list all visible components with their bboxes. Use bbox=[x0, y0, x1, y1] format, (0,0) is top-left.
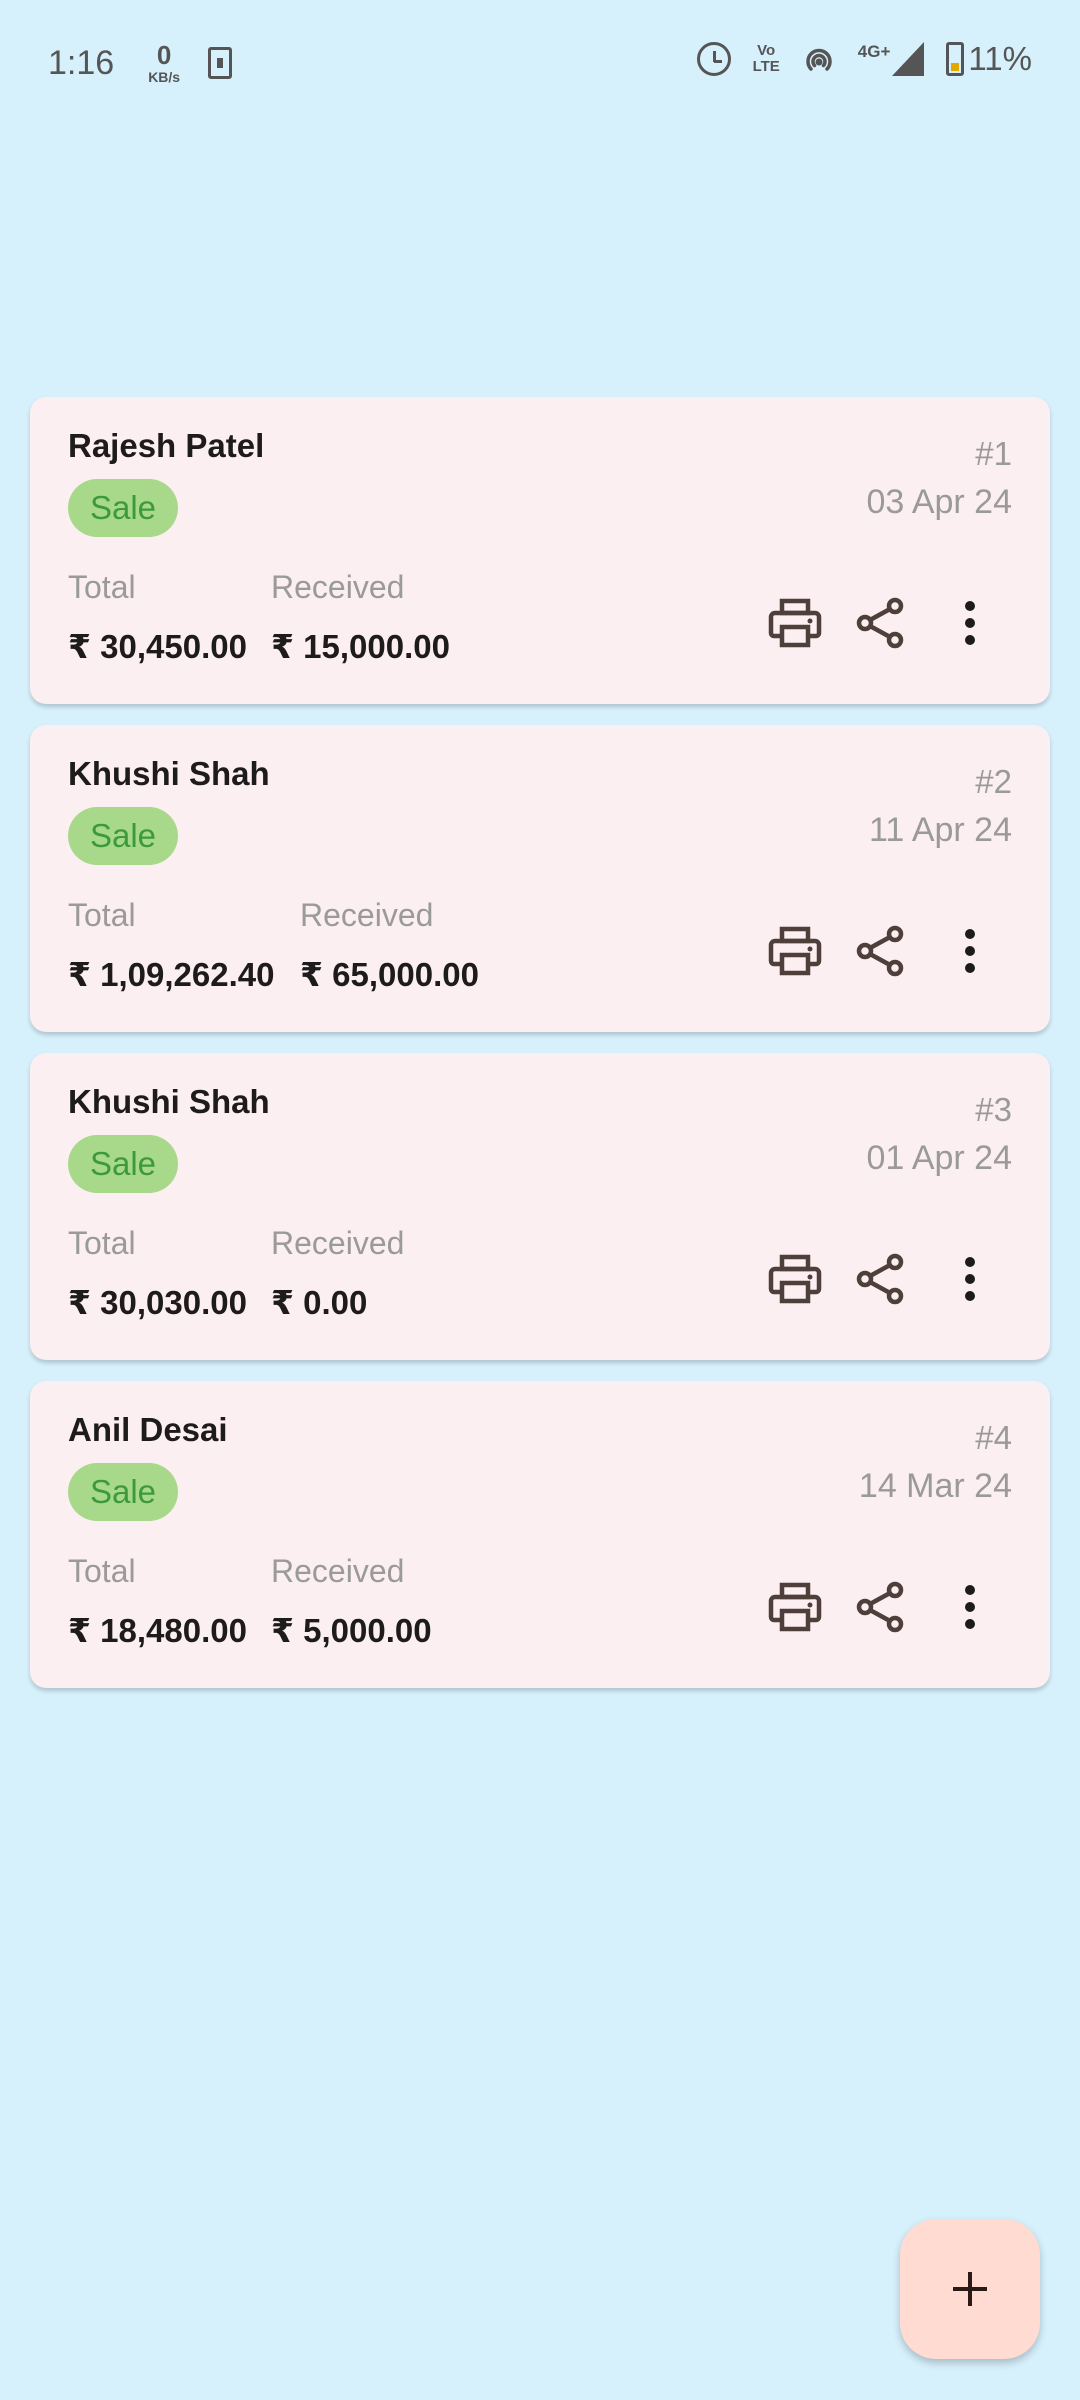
volte-icon: Vo LTE bbox=[753, 43, 780, 75]
print-icon bbox=[768, 1582, 822, 1632]
invoice-type-badge: Sale bbox=[68, 807, 178, 865]
received-amount: ₹ 65,000.00 bbox=[300, 956, 479, 993]
received-label: Received bbox=[271, 1553, 405, 1589]
share-icon bbox=[856, 597, 904, 649]
invoice-type-badge: Sale bbox=[68, 1135, 178, 1193]
status-left: 1:16 0 KB/s bbox=[48, 42, 233, 84]
total-amount: ₹ 30,450.00 bbox=[68, 628, 247, 665]
customer-name: Rajesh Patel bbox=[68, 427, 265, 464]
more-vertical-icon bbox=[965, 601, 975, 645]
invoice-number: #3 bbox=[975, 1091, 1012, 1128]
status-time: 1:16 bbox=[48, 43, 115, 82]
card-actions bbox=[740, 593, 990, 653]
network-type: 4G+ bbox=[857, 42, 891, 61]
invoice-number: #4 bbox=[975, 1419, 1012, 1456]
print-icon bbox=[768, 1254, 822, 1304]
invoice-card[interactable]: Khushi Shah Sale #3 01 Apr 24 Total Rece… bbox=[30, 1053, 1050, 1360]
more-vertical-icon bbox=[965, 1257, 975, 1301]
invoice-type-badge: Sale bbox=[68, 1463, 178, 1521]
invoice-type-badge: Sale bbox=[68, 479, 178, 537]
invoice-date: 14 Mar 24 bbox=[858, 1467, 1012, 1505]
card-actions bbox=[740, 1577, 990, 1637]
print-icon bbox=[768, 598, 822, 648]
received-label: Received bbox=[300, 897, 434, 933]
invoice-card[interactable]: Khushi Shah Sale #2 11 Apr 24 Total Rece… bbox=[30, 725, 1050, 1032]
print-icon bbox=[768, 926, 822, 976]
more-vertical-icon bbox=[965, 1585, 975, 1629]
more-options-button[interactable] bbox=[950, 921, 990, 981]
invoice-card[interactable]: Rajesh Patel Sale #1 03 Apr 24 Total Rec… bbox=[30, 397, 1050, 704]
more-options-button[interactable] bbox=[950, 593, 990, 653]
customer-name: Khushi Shah bbox=[68, 755, 270, 792]
screen: 1:16 0 KB/s Vo LTE 4G+ 11% Rajesh Patel … bbox=[0, 0, 1080, 2400]
volte-line2: LTE bbox=[752, 58, 780, 75]
network-speed-value: 0 bbox=[156, 40, 172, 70]
status-right: Vo LTE 4G+ 11% bbox=[696, 40, 1032, 78]
plus-icon bbox=[953, 2272, 987, 2306]
customer-name: Khushi Shah bbox=[68, 1083, 270, 1120]
share-button[interactable] bbox=[850, 1577, 910, 1637]
card-actions bbox=[740, 921, 990, 981]
network-speed: 0 KB/s bbox=[148, 42, 180, 84]
invoice-number: #1 bbox=[975, 435, 1012, 472]
card-actions bbox=[740, 1249, 990, 1309]
invoice-date: 11 Apr 24 bbox=[868, 811, 1012, 849]
battery-icon bbox=[946, 42, 965, 76]
volte-line1: Vo bbox=[757, 42, 776, 60]
print-button[interactable] bbox=[765, 1577, 825, 1637]
hotspot-icon bbox=[802, 42, 836, 76]
alarm-icon bbox=[696, 42, 731, 76]
signal-icon bbox=[892, 42, 925, 76]
more-options-button[interactable] bbox=[950, 1577, 990, 1637]
received-amount: ₹ 0.00 bbox=[271, 1284, 368, 1321]
invoice-date: 01 Apr 24 bbox=[866, 1139, 1012, 1177]
battery: 11% bbox=[946, 40, 1032, 78]
share-button[interactable] bbox=[850, 1249, 910, 1309]
sim-card-icon bbox=[208, 47, 233, 79]
share-icon bbox=[856, 1581, 904, 1633]
total-amount: ₹ 1,09,262.40 bbox=[68, 956, 275, 993]
print-button[interactable] bbox=[765, 593, 825, 653]
total-label: Total bbox=[68, 1553, 136, 1589]
status-bar: 1:16 0 KB/s Vo LTE 4G+ 11% bbox=[0, 0, 1080, 126]
share-icon bbox=[856, 925, 904, 977]
add-invoice-fab[interactable] bbox=[900, 2219, 1040, 2359]
share-icon bbox=[856, 1253, 904, 1305]
more-options-button[interactable] bbox=[950, 1249, 990, 1309]
total-label: Total bbox=[68, 569, 136, 605]
invoice-date: 03 Apr 24 bbox=[866, 483, 1012, 521]
invoice-card[interactable]: Anil Desai Sale #4 14 Mar 24 Total Recei… bbox=[30, 1381, 1050, 1688]
total-label: Total bbox=[68, 897, 136, 933]
invoice-list: Rajesh Patel Sale #1 03 Apr 24 Total Rec… bbox=[30, 397, 1050, 1709]
customer-name: Anil Desai bbox=[68, 1411, 228, 1448]
total-amount: ₹ 18,480.00 bbox=[68, 1612, 247, 1649]
received-label: Received bbox=[271, 1225, 405, 1261]
cellular-signal: 4G+ bbox=[858, 42, 925, 76]
received-amount: ₹ 15,000.00 bbox=[271, 628, 450, 665]
total-label: Total bbox=[68, 1225, 136, 1261]
invoice-number: #2 bbox=[975, 763, 1012, 800]
print-button[interactable] bbox=[765, 1249, 825, 1309]
share-button[interactable] bbox=[850, 593, 910, 653]
share-button[interactable] bbox=[850, 921, 910, 981]
battery-percent: 11% bbox=[968, 40, 1032, 77]
more-vertical-icon bbox=[965, 929, 975, 973]
print-button[interactable] bbox=[765, 921, 825, 981]
received-label: Received bbox=[271, 569, 405, 605]
network-speed-unit: KB/s bbox=[148, 69, 181, 85]
total-amount: ₹ 30,030.00 bbox=[68, 1284, 247, 1321]
received-amount: ₹ 5,000.00 bbox=[271, 1612, 432, 1649]
